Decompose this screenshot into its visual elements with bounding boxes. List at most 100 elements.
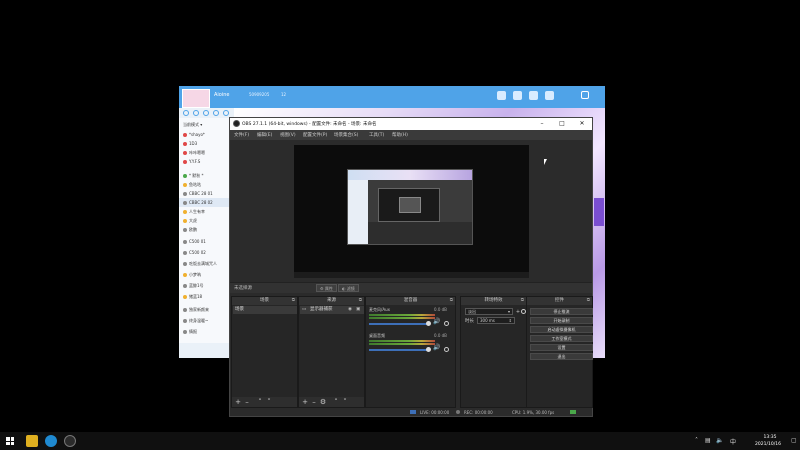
nested-inner-preview bbox=[399, 197, 421, 213]
menu-tools[interactable]: 工具(T) bbox=[369, 132, 384, 138]
start-virtual-camera-button[interactable]: 启动虚拟摄像机 bbox=[530, 326, 593, 333]
list-item[interactable]: 小梦呐 bbox=[179, 270, 234, 279]
studio-mode-button[interactable]: 工作室模式 bbox=[530, 335, 593, 342]
menu-help[interactable]: 帮助(H) bbox=[392, 132, 408, 138]
list-item[interactable]: C500 02 bbox=[179, 248, 234, 257]
close-icon[interactable]: ✕ bbox=[572, 118, 592, 130]
gear-icon[interactable] bbox=[444, 347, 449, 352]
eye-icon[interactable]: ◉ bbox=[348, 306, 352, 314]
menu-file[interactable]: 文件(F) bbox=[234, 132, 249, 138]
list-item[interactable]: * 默秋 * bbox=[179, 171, 234, 180]
mode-selector[interactable]: 当前模式 ▾ bbox=[179, 120, 234, 129]
menu-view[interactable]: 视图(V) bbox=[280, 132, 296, 138]
list-item[interactable]: *shayo* bbox=[179, 130, 234, 139]
duration-input[interactable]: 300 ms ⇕ bbox=[477, 317, 515, 324]
minimize-icon[interactable]: – bbox=[532, 118, 552, 130]
undock-icon[interactable]: ⧉ bbox=[450, 297, 453, 305]
stop-streaming-button[interactable]: 停止推流 bbox=[530, 308, 593, 315]
skin-icon[interactable] bbox=[497, 91, 506, 100]
minimize-icon[interactable] bbox=[563, 91, 572, 100]
move-up-icon[interactable]: ˄ bbox=[256, 398, 264, 406]
list-item[interactable]: 情报 bbox=[179, 327, 234, 336]
list-item[interactable]: 猪蓝18 bbox=[179, 292, 234, 301]
list-item[interactable]: 人生有幸 bbox=[179, 207, 234, 216]
move-up-icon[interactable]: ˄ bbox=[332, 398, 340, 406]
maximize-icon[interactable]: □ bbox=[552, 118, 572, 130]
list-item[interactable]: 独家新颜来 bbox=[179, 305, 234, 314]
title-bar[interactable]: OBS 27.1.1 (64-bit, windows) - 配置文件: 未命名… bbox=[230, 118, 592, 130]
list-item[interactable]: 吃饭去满城咒人 bbox=[179, 259, 234, 268]
avatar[interactable] bbox=[182, 89, 210, 108]
source-item[interactable]: 显示器捕获 ▭ ◉ ▣ bbox=[300, 306, 364, 314]
network-icon[interactable]: ▤ bbox=[705, 437, 711, 444]
home-icon[interactable] bbox=[513, 91, 522, 100]
search-icon[interactable] bbox=[223, 110, 229, 116]
ime-indicator[interactable]: 中 bbox=[730, 437, 736, 446]
list-item[interactable]: CBBC 28 02 bbox=[179, 198, 234, 207]
list-item[interactable]: 1D3 bbox=[179, 139, 234, 148]
undock-icon[interactable]: ⧉ bbox=[359, 297, 362, 305]
nested-sidebar bbox=[348, 180, 368, 244]
notification-icon[interactable]: ▢ bbox=[791, 437, 797, 444]
undock-icon[interactable]: ⧉ bbox=[587, 297, 590, 305]
remove-icon[interactable]: – bbox=[243, 398, 251, 406]
list-item[interactable]: 欧鹏 bbox=[179, 225, 234, 234]
list-item[interactable]: Y.Y.F.S bbox=[179, 157, 234, 166]
windows-start-icon[interactable] bbox=[6, 437, 14, 445]
dock-header: 来源 ⧉ bbox=[299, 297, 364, 305]
properties-button[interactable]: ⚙ 属性 bbox=[316, 284, 337, 292]
group-icon[interactable] bbox=[193, 110, 199, 116]
volume-icon[interactable]: 🔈 bbox=[716, 437, 723, 444]
side-tab[interactable] bbox=[594, 198, 604, 226]
list-item[interactable]: C500 01 bbox=[179, 237, 234, 246]
list-item[interactable]: CBBC 28 01 bbox=[179, 189, 234, 198]
list-item[interactable]: 鱼咕咕 bbox=[179, 180, 234, 189]
scene-item[interactable]: 场景 bbox=[233, 306, 297, 314]
channel-icon[interactable] bbox=[203, 110, 209, 116]
gear-icon[interactable] bbox=[444, 321, 449, 326]
settings-button[interactable]: 设置 bbox=[530, 344, 593, 351]
menu-icon[interactable] bbox=[545, 91, 554, 100]
clock-time[interactable]: 13:35 bbox=[750, 435, 790, 440]
maximize-icon[interactable] bbox=[581, 91, 589, 99]
add-icon[interactable]: + bbox=[301, 398, 309, 406]
exit-button[interactable]: 退出 bbox=[530, 353, 593, 360]
start-recording-button[interactable]: 开始录制 bbox=[530, 317, 593, 324]
volume-slider[interactable] bbox=[369, 349, 427, 351]
speaker-icon[interactable]: 🔊 bbox=[433, 318, 440, 325]
game-icon[interactable] bbox=[529, 91, 538, 100]
list-item[interactable]: 大虎 bbox=[179, 216, 234, 225]
obs-app-icon[interactable] bbox=[64, 435, 76, 447]
menu-edit[interactable]: 编辑(E) bbox=[257, 132, 272, 138]
edge-browser-icon[interactable] bbox=[45, 435, 57, 447]
menu-profile[interactable]: 配置文件(P) bbox=[303, 132, 327, 138]
yy-username[interactable]: Aioine bbox=[214, 92, 230, 98]
undock-icon[interactable]: ⧉ bbox=[521, 297, 524, 305]
speaker-icon[interactable]: 🔊 bbox=[433, 344, 440, 351]
filters-button[interactable]: ◐ 滤镜 bbox=[338, 284, 359, 292]
preview-canvas[interactable] bbox=[294, 145, 529, 278]
list-item[interactable]: 蓝鲸1号 bbox=[179, 281, 234, 290]
move-down-icon[interactable]: ˅ bbox=[341, 398, 349, 406]
file-explorer-icon[interactable] bbox=[26, 435, 38, 447]
audio-track-db: 0.0 dB bbox=[434, 307, 447, 312]
volume-slider[interactable] bbox=[369, 323, 427, 325]
move-down-icon[interactable]: ˅ bbox=[265, 398, 273, 406]
lock-icon[interactable]: ▣ bbox=[356, 306, 360, 314]
add-icon[interactable]: + bbox=[234, 398, 242, 406]
list-item[interactable]: 终身温暖~ bbox=[179, 316, 234, 325]
gear-icon[interactable]: ⚙ bbox=[319, 398, 327, 406]
remove-icon[interactable]: – bbox=[310, 398, 318, 406]
history-icon[interactable] bbox=[213, 110, 219, 116]
volume-slider-handle[interactable] bbox=[426, 321, 431, 326]
nested-header bbox=[348, 170, 472, 180]
menu-bar: 文件(F) 编辑(E) 视图(V) 配置文件(P) 场景集合(S) 工具(T) … bbox=[230, 130, 592, 140]
clock-date[interactable]: 2021/10/16 bbox=[746, 442, 790, 447]
menu-scene-collection[interactable]: 场景集合(S) bbox=[334, 132, 358, 138]
list-item[interactable]: 咔咔嗯嗯 bbox=[179, 148, 234, 157]
contacts-icon[interactable] bbox=[183, 110, 189, 116]
volume-slider-handle[interactable] bbox=[426, 347, 431, 352]
transition-select[interactable]: 淡出 ▾ bbox=[465, 308, 513, 315]
tray-chevron-icon[interactable]: ˄ bbox=[695, 437, 698, 444]
undock-icon[interactable]: ⧉ bbox=[292, 297, 295, 305]
